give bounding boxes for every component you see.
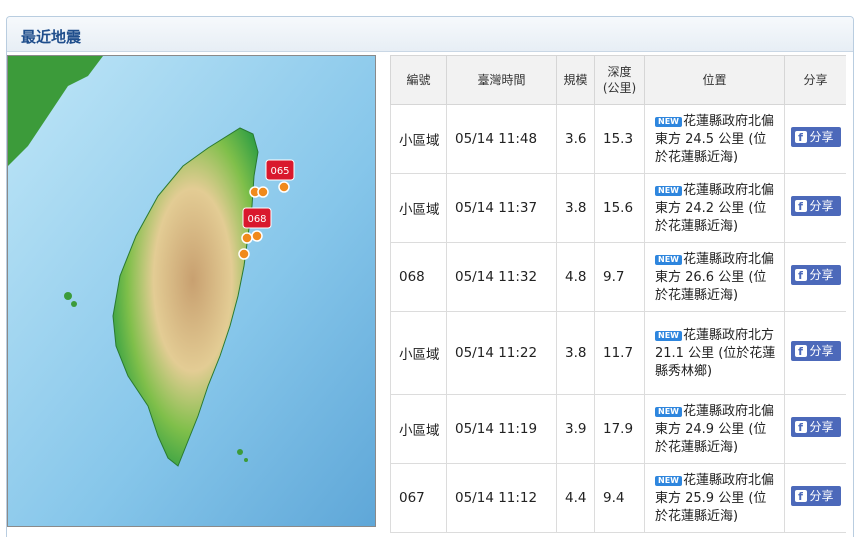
quake-depth: 9.7 [594,242,645,312]
share-label: 分享 [809,344,834,358]
share-cell: f 分享 [784,173,846,243]
quake-time: 05/14 11:48 [446,104,557,174]
col-header-time: 臺灣時間 [446,55,557,105]
facebook-icon: f [794,200,807,213]
earthquake-table: 編號 臺灣時間 規模 深度 (公里) 位置 分享 小區域 05/14 11:48 3… [390,55,846,533]
col-header-id: 編號 [390,55,447,105]
table-row[interactable]: 小區域 05/14 11:19 3.9 17.9 NEW 花蓮縣政府北偏東方 24.9 公… [390,394,846,464]
new-badge: NEW [655,407,682,417]
facebook-icon: f [794,131,807,144]
share-label: 分享 [809,130,834,144]
quake-magnitude: 3.8 [556,311,595,395]
quake-time: 05/14 11:12 [446,463,557,533]
table-row[interactable]: 067 05/14 11:12 4.4 9.4 NEW 花蓮縣政府北偏東方 25.9 公里… [390,463,846,533]
share-cell: f 分享 [784,242,846,312]
quake-time: 05/14 11:32 [446,242,557,312]
quake-time: 05/14 11:19 [446,394,557,464]
quake-depth: 11.7 [594,311,645,395]
share-label: 分享 [809,420,834,434]
table-row[interactable]: 小區域 05/14 11:37 3.8 15.6 NEW 花蓮縣政府北偏東方 24.2 公… [390,173,846,243]
table-header-row: 編號 臺灣時間 規模 深度 (公里) 位置 分享 [390,55,846,105]
quake-depth: 15.3 [594,104,645,174]
share-cell: f 分享 [784,104,846,174]
facebook-share-button[interactable]: f 分享 [790,486,841,506]
facebook-share-button[interactable]: f 分享 [790,127,841,147]
quake-location-cell: NEW 花蓮縣政府北偏東方 24.5 公里 (位於花蓮縣近海) [644,104,785,174]
quake-magnitude: 3.6 [556,104,595,174]
share-cell: f 分享 [784,463,846,533]
col-header-depth: 深度 (公里) [594,55,645,105]
recent-earthquakes-panel: 最近地震 065 068 編號 臺灣時間 規模 深度 (公里) 位置 分享 小區… [6,16,854,537]
quake-id: 小區域 [390,311,447,395]
quake-location-cell: NEW 花蓮縣政府北偏東方 24.9 公里 (位於花蓮縣近海) [644,394,785,464]
quake-depth: 17.9 [594,394,645,464]
panel-header: 最近地震 [7,17,853,52]
facebook-icon: f [794,421,807,434]
facebook-icon: f [794,345,807,358]
svg-text:065: 065 [270,166,289,177]
col-header-location: 位置 [644,55,785,105]
share-cell: f 分享 [784,394,846,464]
share-label: 分享 [809,489,834,503]
share-label: 分享 [809,268,834,282]
facebook-icon: f [794,490,807,503]
taiwan-map-svg: 065 068 [8,56,375,526]
quake-magnitude: 4.8 [556,242,595,312]
quake-location-cell: NEW 花蓮縣政府北偏東方 26.6 公里 (位於花蓮縣近海) [644,242,785,312]
quake-location-cell: NEW 花蓮縣政府北偏東方 25.9 公里 (位於花蓮縣近海) [644,463,785,533]
new-badge: NEW [655,476,682,486]
marker-065: 065 [265,159,295,181]
earthquake-map[interactable]: 065 068 [7,55,376,527]
quake-magnitude: 3.8 [556,173,595,243]
new-badge: NEW [655,331,682,341]
quake-id: 068 [390,242,447,312]
facebook-icon: f [794,269,807,282]
col-header-share: 分享 [784,55,846,105]
facebook-share-button[interactable]: f 分享 [790,341,841,361]
share-cell: f 分享 [784,311,846,395]
share-label: 分享 [809,199,834,213]
table-row[interactable]: 小區域 05/14 11:22 3.8 11.7 NEW 花蓮縣政府北方 21.1 公里 … [390,311,846,395]
quake-location-cell: NEW 花蓮縣政府北方 21.1 公里 (位於花蓮縣秀林鄉) [644,311,785,395]
quake-time: 05/14 11:22 [446,311,557,395]
table-row[interactable]: 068 05/14 11:32 4.8 9.7 NEW 花蓮縣政府北偏東方 26.6 公里… [390,242,846,312]
col-header-magnitude: 規模 [556,55,595,105]
quake-id: 小區域 [390,173,447,243]
facebook-share-button[interactable]: f 分享 [790,265,841,285]
quake-id: 小區域 [390,394,447,464]
quake-id: 小區域 [390,104,447,174]
quake-magnitude: 4.4 [556,463,595,533]
earthquake-table-container[interactable]: 編號 臺灣時間 規模 深度 (公里) 位置 分享 小區域 05/14 11:48 3… [390,55,846,535]
quake-location-cell: NEW 花蓮縣政府北偏東方 24.2 公里 (位於花蓮縣近海) [644,173,785,243]
panel-title: 最近地震 [21,28,82,46]
quake-time: 05/14 11:37 [446,173,557,243]
facebook-share-button[interactable]: f 分享 [790,417,841,437]
marker-068: 068 [242,207,272,229]
new-badge: NEW [655,255,682,265]
quake-id: 067 [390,463,447,533]
table-row[interactable]: 小區域 05/14 11:48 3.6 15.3 NEW 花蓮縣政府北偏東方 24.5 公… [390,104,846,174]
quake-depth: 15.6 [594,173,645,243]
facebook-share-button[interactable]: f 分享 [790,196,841,216]
quake-magnitude: 3.9 [556,394,595,464]
svg-text:068: 068 [247,214,266,225]
quake-depth: 9.4 [594,463,645,533]
new-badge: NEW [655,117,682,127]
new-badge: NEW [655,186,682,196]
